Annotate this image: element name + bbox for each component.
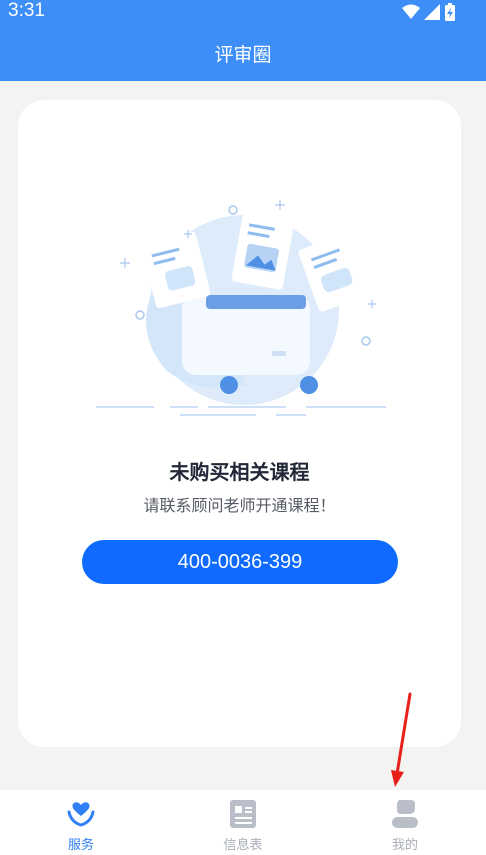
annotation-arrow [391,692,412,787]
nav-label-service: 服务 [67,838,94,853]
battery-charging-icon [445,3,455,21]
nav-item-mine[interactable]: 我的 [324,790,486,855]
empty-state-card: 未购买相关课程 请联系顾问老师开通课程！ 400-0036-399 [18,100,461,747]
bottom-nav: 服务 信息表 我的 [0,790,486,855]
page-title: 评审圈 [214,44,272,66]
empty-state-subtitle: 请联系顾问老师开通课程！ [143,496,336,515]
nav-item-service[interactable]: 服务 [0,790,162,855]
wifi-icon [402,4,420,19]
app-header: 3:31 评审圈 [0,0,486,81]
document-list-icon [230,800,256,828]
person-icon [392,800,418,828]
nav-label-mine: 我的 [391,838,418,853]
empty-cart-illustration [96,200,386,416]
phone-number-button[interactable]: 400-0036-399 [82,540,398,584]
empty-state-title: 未购买相关课程 [169,460,310,484]
status-icons [402,3,456,21]
nav-item-info-form[interactable]: 信息表 [162,790,324,855]
status-time: 3:31 [8,0,45,21]
heart-hands-icon [67,802,95,827]
status-bar: 3:31 [0,0,486,26]
nav-label-info-form: 信息表 [223,838,263,853]
signal-icon [424,4,440,20]
